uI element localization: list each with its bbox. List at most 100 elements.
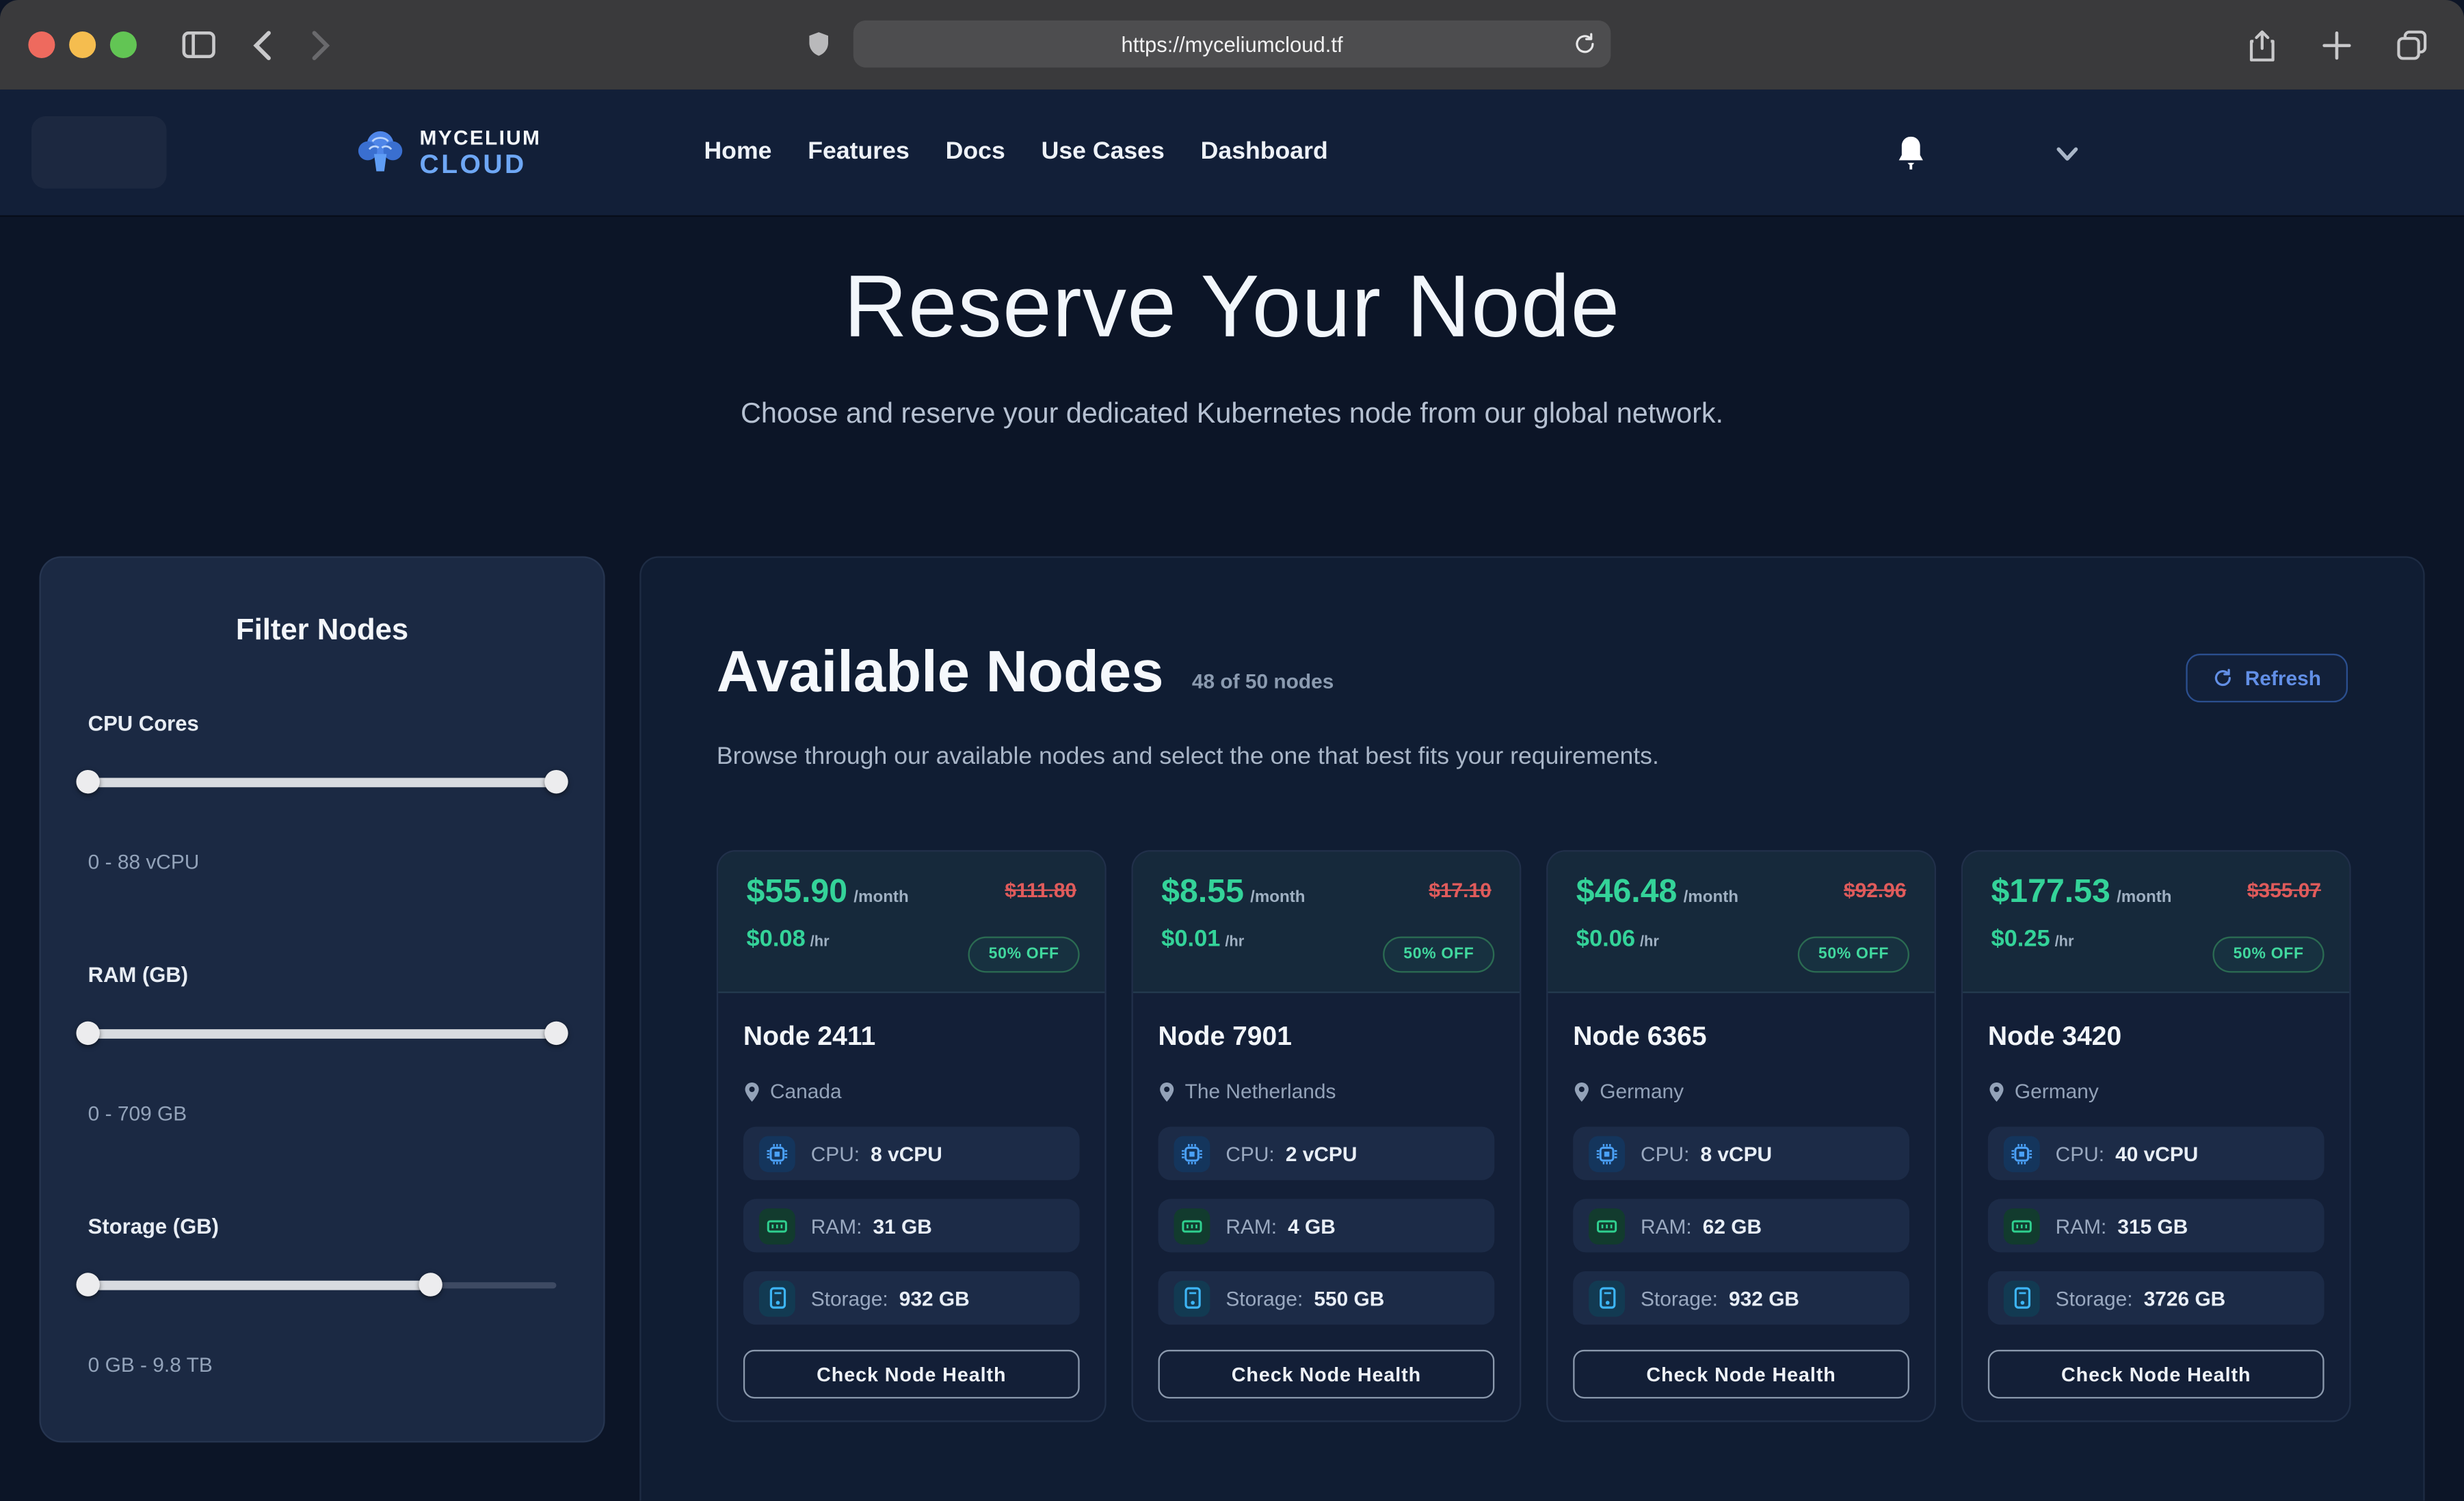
webpage: MYCELIUM CLOUD Home Features Docs Use Ca… — [0, 90, 2464, 1501]
storage-slider-min-handle[interactable] — [76, 1273, 99, 1296]
nav-link-features[interactable]: Features — [808, 138, 910, 166]
node-location: The Netherlands — [1158, 1080, 1495, 1103]
per-month-label: /month — [1250, 888, 1305, 907]
hero-section: Reserve Your Node Choose and reserve you… — [0, 254, 2464, 430]
spec-list: CPU: 2 vCPU RAM: 4 GB — [1158, 1127, 1495, 1325]
cpu-value: 40 vCPU — [2115, 1141, 2198, 1165]
location-text: Germany — [2015, 1080, 2099, 1103]
monthly-price: $8.55 — [1161, 874, 1244, 910]
storage-slider-max-handle[interactable] — [418, 1273, 441, 1296]
url-text: https://myceliumcloud.tf — [1121, 32, 1342, 55]
new-tab-icon[interactable] — [2310, 18, 2363, 71]
node-cards-row: $55.90/month $111.80 $0.08/hr 50% OFF No… — [717, 850, 2351, 1422]
close-window-button[interactable] — [28, 31, 55, 58]
nodes-panel-title: Available Nodes — [717, 639, 1164, 706]
nav-link-docs[interactable]: Docs — [946, 138, 1005, 166]
cpu-label: CPU: — [811, 1141, 860, 1165]
check-node-health-button[interactable]: Check Node Health — [743, 1350, 1080, 1398]
available-nodes-panel: Available Nodes 48 of 50 nodes Refresh B… — [639, 556, 2424, 1500]
spec-list: CPU: 8 vCPU RAM: 31 GB — [743, 1127, 1080, 1325]
ram-spec-row: RAM: 4 GB — [1158, 1199, 1495, 1252]
nav-link-home[interactable]: Home — [704, 138, 771, 166]
filter-label-cpu: CPU Cores — [88, 712, 557, 735]
node-card[interactable]: $55.90/month $111.80 $0.08/hr 50% OFF No… — [717, 850, 1107, 1422]
check-node-health-button[interactable]: Check Node Health — [1573, 1350, 1909, 1398]
filter-storage: Storage (GB) 0 GB - 9.8 TB — [88, 1214, 557, 1377]
browser-window: https://myceliumcloud.tf — [0, 0, 2464, 1500]
discount-badge: 50% OFF — [1383, 937, 1494, 973]
per-hour-label: /hr — [1640, 933, 1659, 951]
reload-icon[interactable] — [1573, 31, 1596, 57]
card-body: Node 6365 Germany CPU: 8 vCPU — [1548, 993, 1934, 1420]
back-button[interactable] — [234, 18, 287, 71]
storage-icon — [1589, 1280, 1625, 1316]
nav-link-dashboard[interactable]: Dashboard — [1201, 138, 1328, 166]
storage-label: Storage: — [2056, 1286, 2133, 1310]
ram-value: 4 GB — [1288, 1214, 1336, 1237]
user-menu-chevron-icon[interactable] — [2056, 146, 2079, 162]
old-price: $17.10 — [1429, 879, 1491, 902]
storage-spec-row: Storage: 550 GB — [1158, 1271, 1495, 1325]
hourly-price: $0.06 — [1576, 925, 1635, 952]
ram-value: 31 GB — [873, 1214, 931, 1237]
ram-label: RAM: — [1641, 1214, 1692, 1237]
location-pin-icon — [1158, 1080, 1176, 1102]
storage-value: 550 GB — [1314, 1286, 1384, 1310]
node-card[interactable]: $177.53/month $355.07 $0.25/hr 50% OFF N… — [1961, 850, 2351, 1422]
content-area: Filter Nodes CPU Cores 0 - 88 vCPU RAM (… — [0, 556, 2464, 1500]
cpu-label: CPU: — [1226, 1141, 1274, 1165]
cpu-slider-max-handle[interactable] — [544, 770, 568, 793]
storage-value: 932 GB — [899, 1286, 970, 1310]
storage-range-slider[interactable] — [88, 1273, 557, 1296]
nav-link-use-cases[interactable]: Use Cases — [1042, 138, 1165, 166]
storage-value: 932 GB — [1729, 1286, 1799, 1310]
ram-value: 62 GB — [1703, 1214, 1762, 1237]
filter-panel-title: Filter Nodes — [88, 614, 557, 649]
refresh-label: Refresh — [2245, 666, 2321, 689]
location-text: Germany — [1600, 1080, 1684, 1103]
node-name: Node 7901 — [1158, 1022, 1495, 1053]
cpu-slider-min-handle[interactable] — [76, 770, 99, 793]
filter-ram: RAM (GB) 0 - 709 GB — [88, 964, 557, 1126]
slider-fill — [88, 778, 557, 787]
page-subtitle: Choose and reserve your dedicated Kubern… — [0, 397, 2464, 430]
check-node-health-button[interactable]: Check Node Health — [1988, 1350, 2324, 1398]
node-location: Canada — [743, 1080, 1080, 1103]
node-location: Germany — [1988, 1080, 2324, 1103]
cpu-icon — [1589, 1135, 1625, 1171]
cpu-range-slider[interactable] — [88, 770, 557, 793]
node-card[interactable]: $46.48/month $92.96 $0.06/hr 50% OFF Nod… — [1546, 850, 1936, 1422]
storage-icon — [2004, 1280, 2040, 1316]
storage-spec-row: Storage: 932 GB — [743, 1271, 1080, 1325]
nodes-count-badge: 48 of 50 nodes — [1192, 669, 1334, 693]
sidebar-toggle-icon[interactable] — [171, 18, 224, 71]
forward-button[interactable] — [294, 18, 347, 71]
check-node-health-button[interactable]: Check Node Health — [1158, 1350, 1495, 1398]
brand-logo[interactable]: MYCELIUM CLOUD — [354, 127, 541, 178]
ram-spec-row: RAM: 315 GB — [1988, 1199, 2324, 1252]
node-name: Node 2411 — [743, 1022, 1080, 1053]
old-price: $92.96 — [1844, 879, 1906, 902]
refresh-icon — [2212, 668, 2232, 689]
cpu-value: 8 vCPU — [1700, 1141, 1772, 1165]
cpu-spec-row: CPU: 2 vCPU — [1158, 1127, 1495, 1180]
notifications-bell-icon[interactable] — [1895, 133, 1926, 171]
storage-spec-row: Storage: 3726 GB — [1988, 1271, 2324, 1325]
refresh-button[interactable]: Refresh — [2185, 654, 2348, 702]
node-card[interactable]: $8.55/month $17.10 $0.01/hr 50% OFF Node… — [1131, 850, 1521, 1422]
card-body: Node 3420 Germany CPU: 40 vCPU — [1963, 993, 2349, 1420]
storage-value: 3726 GB — [2144, 1286, 2226, 1310]
share-icon[interactable] — [2235, 18, 2288, 71]
zoom-window-button[interactable] — [110, 31, 137, 58]
ram-range-slider[interactable] — [88, 1022, 557, 1045]
cpu-label: CPU: — [2056, 1141, 2104, 1165]
privacy-shield-icon[interactable] — [805, 27, 833, 62]
minimize-window-button[interactable] — [69, 31, 96, 58]
cpu-range-text: 0 - 88 vCPU — [88, 850, 557, 873]
address-bar[interactable]: https://myceliumcloud.tf — [853, 21, 1611, 68]
ram-slider-max-handle[interactable] — [544, 1022, 568, 1045]
storage-spec-row: Storage: 932 GB — [1573, 1271, 1909, 1325]
ram-slider-min-handle[interactable] — [76, 1022, 99, 1045]
tab-overview-icon[interactable] — [2385, 18, 2439, 71]
per-month-label: /month — [1684, 888, 1738, 907]
